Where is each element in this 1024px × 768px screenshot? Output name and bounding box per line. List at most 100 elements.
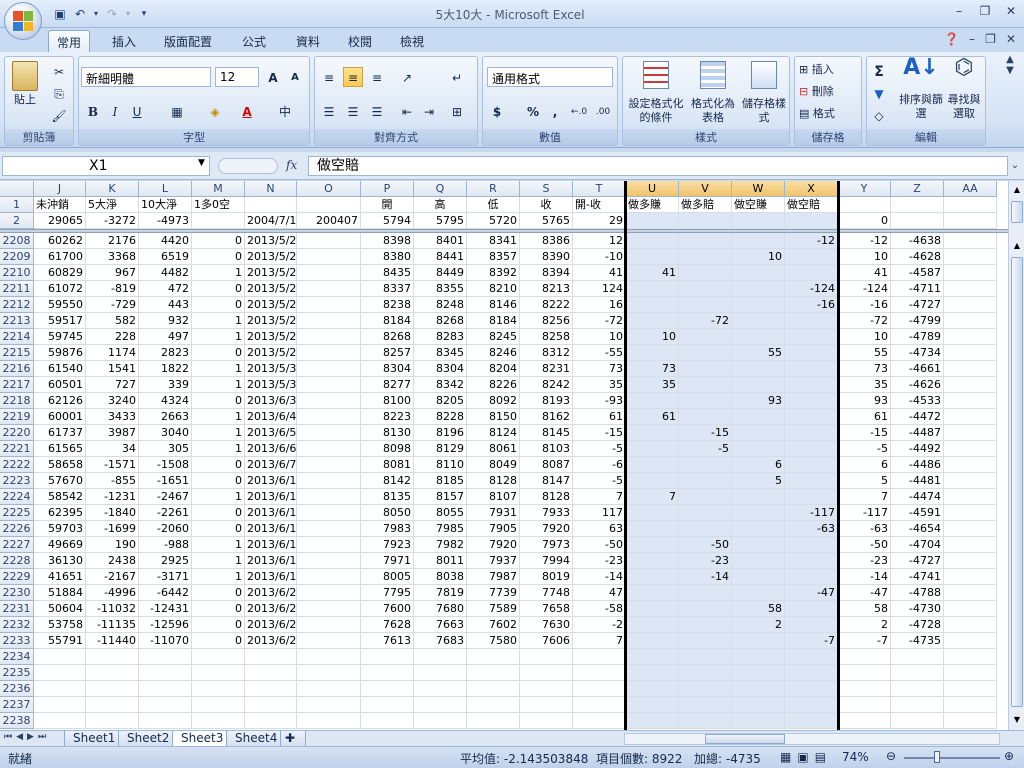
cell-V2236[interactable] bbox=[679, 681, 732, 697]
page-layout-icon[interactable]: ▣ bbox=[797, 750, 814, 764]
customize-qat-icon[interactable]: ▾ bbox=[136, 6, 152, 22]
sheet-tab-4[interactable]: Sheet4 bbox=[226, 731, 287, 747]
cell-Z2[interactable] bbox=[891, 213, 944, 229]
cell-K2214[interactable]: 228 bbox=[86, 329, 139, 345]
cell-R2219[interactable]: 8150 bbox=[467, 409, 520, 425]
cell-N2208[interactable]: 2013/5/20 bbox=[245, 233, 297, 249]
cell-O2216[interactable] bbox=[297, 361, 361, 377]
cell-T2224[interactable]: 7 bbox=[573, 489, 626, 505]
cell-U1[interactable]: 做多賺 bbox=[626, 197, 679, 213]
cell-N2233[interactable]: 2013/6/25 bbox=[245, 633, 297, 649]
cell-W2230[interactable] bbox=[732, 585, 785, 601]
cell-S1[interactable]: 收 bbox=[520, 197, 573, 213]
row-header-2216[interactable]: 2216 bbox=[0, 361, 34, 377]
column-header-K[interactable]: K bbox=[86, 181, 139, 197]
cut-icon[interactable]: ✂ bbox=[49, 61, 69, 81]
cell-M2209[interactable]: 0 bbox=[192, 249, 245, 265]
cell-Q2229[interactable]: 8038 bbox=[414, 569, 467, 585]
cell-O2236[interactable] bbox=[297, 681, 361, 697]
cell-AA2[interactable] bbox=[944, 213, 997, 229]
cell-Z2231[interactable]: -4730 bbox=[891, 601, 944, 617]
cell-P2217[interactable]: 8277 bbox=[361, 377, 414, 393]
cell-M2230[interactable]: 0 bbox=[192, 585, 245, 601]
cell-T2237[interactable] bbox=[573, 697, 626, 713]
cell-O2237[interactable] bbox=[297, 697, 361, 713]
cell-X2221[interactable] bbox=[785, 441, 838, 457]
cell-R2224[interactable]: 8107 bbox=[467, 489, 520, 505]
hscroll-thumb[interactable] bbox=[705, 734, 785, 744]
percent-button[interactable]: % bbox=[523, 101, 543, 121]
sort-filter-button[interactable]: A↓ 排序與篩選 bbox=[899, 57, 943, 121]
cell-M2237[interactable] bbox=[192, 697, 245, 713]
cell-L2[interactable]: -4973 bbox=[139, 213, 192, 229]
cell-U2235[interactable] bbox=[626, 665, 679, 681]
cell-L2209[interactable]: 6519 bbox=[139, 249, 192, 265]
cell-X2233[interactable]: -7 bbox=[785, 633, 838, 649]
row-header-1[interactable]: 1 bbox=[0, 197, 34, 213]
ribbon-scroll-icon[interactable]: ▲ ▼ bbox=[1000, 54, 1020, 94]
cell-L2230[interactable]: -6442 bbox=[139, 585, 192, 601]
cell-U2222[interactable] bbox=[626, 457, 679, 473]
cell-Q2220[interactable]: 8196 bbox=[414, 425, 467, 441]
align-right-icon[interactable]: ☰ bbox=[367, 101, 387, 121]
cell-Z2228[interactable]: -4727 bbox=[891, 553, 944, 569]
cell-T2223[interactable]: -5 bbox=[573, 473, 626, 489]
expand-formula-icon[interactable]: ⌄ bbox=[1008, 156, 1022, 176]
restore-icon[interactable]: ❐ bbox=[976, 4, 994, 18]
cell-Z2218[interactable]: -4533 bbox=[891, 393, 944, 409]
cell-O2212[interactable] bbox=[297, 297, 361, 313]
cell-AA2233[interactable] bbox=[944, 633, 997, 649]
cell-S2238[interactable] bbox=[520, 713, 573, 729]
cell-X2222[interactable] bbox=[785, 457, 838, 473]
cell-X2237[interactable] bbox=[785, 697, 838, 713]
cell-O2211[interactable] bbox=[297, 281, 361, 297]
cell-J2228[interactable]: 36130 bbox=[34, 553, 86, 569]
cell-S2216[interactable]: 8231 bbox=[520, 361, 573, 377]
cell-W2233[interactable] bbox=[732, 633, 785, 649]
cell-K2227[interactable]: 190 bbox=[86, 537, 139, 553]
cell-AA2209[interactable] bbox=[944, 249, 997, 265]
cell-Y2229[interactable]: -14 bbox=[838, 569, 891, 585]
sheet-nav-icon[interactable]: ⏮◀▶⏭ bbox=[4, 732, 50, 742]
cell-P2221[interactable]: 8098 bbox=[361, 441, 414, 457]
cell-O2225[interactable] bbox=[297, 505, 361, 521]
cell-O2219[interactable] bbox=[297, 409, 361, 425]
cell-J2209[interactable]: 61700 bbox=[34, 249, 86, 265]
cell-J2224[interactable]: 58542 bbox=[34, 489, 86, 505]
cell-U2232[interactable] bbox=[626, 617, 679, 633]
cell-R2209[interactable]: 8357 bbox=[467, 249, 520, 265]
column-header-O[interactable]: O bbox=[297, 181, 361, 197]
cell-Z2233[interactable]: -4735 bbox=[891, 633, 944, 649]
cell-K2215[interactable]: 1174 bbox=[86, 345, 139, 361]
cell-Y2210[interactable]: 41 bbox=[838, 265, 891, 281]
cell-Z2238[interactable] bbox=[891, 713, 944, 729]
cell-S2218[interactable]: 8193 bbox=[520, 393, 573, 409]
cell-R2208[interactable]: 8341 bbox=[467, 233, 520, 249]
cell-P1[interactable]: 開 bbox=[361, 197, 414, 213]
cell-Z2234[interactable] bbox=[891, 649, 944, 665]
insert-function-icon[interactable]: fx bbox=[286, 158, 297, 172]
scroll-thumb-top[interactable] bbox=[1011, 201, 1023, 223]
cell-R2238[interactable] bbox=[467, 713, 520, 729]
cell-N2223[interactable]: 2013/6/10 bbox=[245, 473, 297, 489]
cell-R2213[interactable]: 8184 bbox=[467, 313, 520, 329]
font-size-box[interactable]: 12 bbox=[215, 67, 259, 87]
row-header-2228[interactable]: 2228 bbox=[0, 553, 34, 569]
cell-R2228[interactable]: 7937 bbox=[467, 553, 520, 569]
cell-L2208[interactable]: 4420 bbox=[139, 233, 192, 249]
row-header-2232[interactable]: 2232 bbox=[0, 617, 34, 633]
name-box-dropdown-icon[interactable]: ▼ bbox=[198, 158, 205, 168]
cell-X2208[interactable]: -12 bbox=[785, 233, 838, 249]
cell-Z2216[interactable]: -4661 bbox=[891, 361, 944, 377]
cell-AA2210[interactable] bbox=[944, 265, 997, 281]
cell-W2232[interactable]: 2 bbox=[732, 617, 785, 633]
cell-AA2234[interactable] bbox=[944, 649, 997, 665]
cell-T2209[interactable]: -10 bbox=[573, 249, 626, 265]
cell-L2211[interactable]: 472 bbox=[139, 281, 192, 297]
cell-U2209[interactable] bbox=[626, 249, 679, 265]
row-header-2234[interactable]: 2234 bbox=[0, 649, 34, 665]
cell-V2238[interactable] bbox=[679, 713, 732, 729]
cell-L2222[interactable]: -1508 bbox=[139, 457, 192, 473]
cell-U2208[interactable] bbox=[626, 233, 679, 249]
find-select-button[interactable]: ⌬ 尋找與選取 bbox=[943, 57, 985, 121]
